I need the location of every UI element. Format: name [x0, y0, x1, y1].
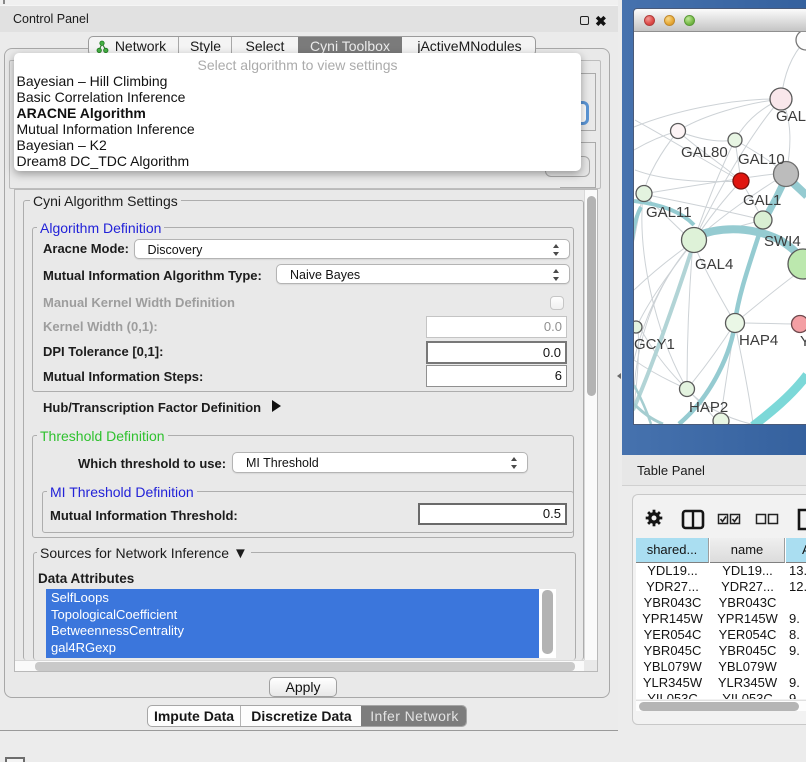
svg-text:GAL11: GAL11	[646, 204, 692, 221]
svg-text:YEL: YEL	[800, 333, 806, 350]
svg-text:GAL4: GAL4	[695, 256, 733, 273]
svg-text:GAL10: GAL10	[738, 151, 785, 168]
svg-text:HAP4: HAP4	[739, 332, 778, 349]
svg-text:GCY1: GCY1	[634, 336, 675, 353]
svg-text:SWI4: SWI4	[764, 233, 801, 250]
svg-text:GAL2: GAL2	[776, 108, 806, 125]
svg-text:HAP2: HAP2	[689, 399, 728, 416]
svg-text:GAL80: GAL80	[681, 144, 728, 161]
svg-text:GAL1: GAL1	[743, 192, 781, 209]
